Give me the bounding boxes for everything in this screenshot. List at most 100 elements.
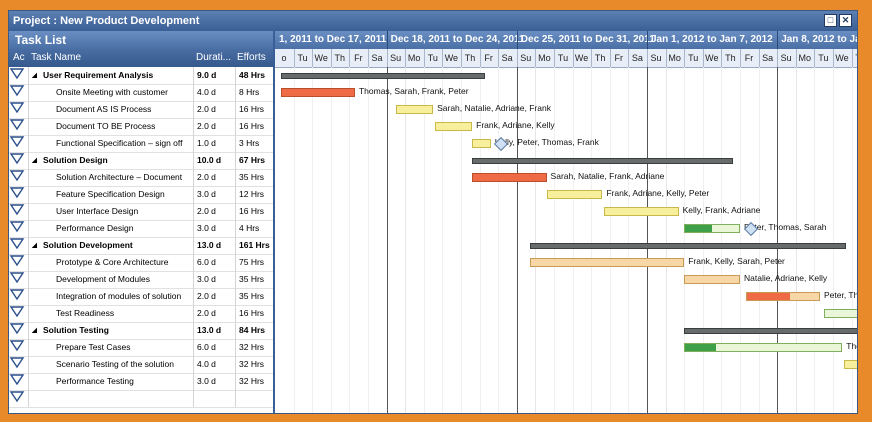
task-efforts[interactable]: 4 Hrs bbox=[239, 223, 273, 233]
task-indicator-icon[interactable] bbox=[9, 339, 25, 353]
task-duration[interactable]: 3.0 d bbox=[197, 189, 235, 199]
task-indicator-icon[interactable] bbox=[9, 237, 25, 251]
task-name[interactable]: Solution Testing bbox=[43, 325, 191, 335]
task-name[interactable]: Performance Design bbox=[56, 223, 191, 233]
task-efforts[interactable]: 161 Hrs bbox=[239, 240, 273, 250]
task-name[interactable]: Functional Specification – sign off bbox=[56, 138, 191, 148]
task-name[interactable]: Solution Architecture – Document bbox=[56, 172, 191, 182]
task-bar[interactable] bbox=[434, 122, 473, 131]
task-name[interactable]: Solution Design bbox=[43, 155, 191, 165]
task-indicator-icon[interactable] bbox=[9, 135, 25, 149]
task-name[interactable]: Scenario Testing of the solution bbox=[56, 359, 191, 369]
restore-button[interactable]: □ bbox=[824, 14, 837, 27]
task-bar[interactable] bbox=[684, 224, 740, 233]
task-bar[interactable] bbox=[395, 105, 434, 114]
task-row[interactable]: Document TO BE Process 2.0 d 16 Hrs bbox=[9, 118, 273, 136]
column-header-ac[interactable]: Ac bbox=[13, 52, 27, 63]
task-bar[interactable] bbox=[684, 343, 843, 352]
task-efforts[interactable]: 8 Hrs bbox=[239, 87, 273, 97]
task-bar[interactable] bbox=[546, 190, 603, 199]
task-bar[interactable] bbox=[604, 207, 679, 216]
task-indicator-icon[interactable] bbox=[9, 220, 25, 234]
task-row[interactable]: Scenario Testing of the solution 4.0 d 32 … bbox=[9, 356, 273, 374]
task-indicator-icon[interactable] bbox=[9, 356, 25, 370]
task-name[interactable]: Solution Development bbox=[43, 240, 191, 250]
summary-bar[interactable] bbox=[684, 328, 857, 334]
task-row[interactable]: Prototype & Core Architecture 6.0 d 75 Hrs bbox=[9, 254, 273, 272]
task-duration[interactable]: 4.0 d bbox=[197, 359, 235, 369]
task-row[interactable]: Integration of modules of solution 2.0 d 3… bbox=[9, 288, 273, 306]
task-efforts[interactable]: 16 Hrs bbox=[239, 206, 273, 216]
task-bar[interactable] bbox=[280, 88, 355, 97]
task-duration[interactable]: 13.0 d bbox=[197, 240, 235, 250]
column-header-duration[interactable]: Durati... bbox=[196, 52, 236, 63]
task-row[interactable]: Prepare Test Cases 6.0 d 32 Hrs bbox=[9, 339, 273, 357]
task-duration[interactable]: 2.0 d bbox=[197, 206, 235, 216]
task-duration[interactable]: 2.0 d bbox=[197, 104, 235, 114]
task-indicator-icon[interactable] bbox=[9, 288, 25, 302]
task-indicator-icon[interactable] bbox=[9, 186, 25, 200]
task-name[interactable]: Document AS IS Process bbox=[56, 104, 191, 114]
task-name[interactable]: Onsite Meeting with customer bbox=[56, 87, 191, 97]
task-indicator-icon[interactable] bbox=[9, 271, 25, 285]
task-efforts[interactable]: 16 Hrs bbox=[239, 308, 273, 318]
collapse-toggle-icon[interactable]: ◢ bbox=[32, 241, 37, 249]
task-efforts[interactable]: 3 Hrs bbox=[239, 138, 273, 148]
task-efforts[interactable]: 32 Hrs bbox=[239, 342, 273, 352]
task-indicator-icon[interactable] bbox=[9, 322, 25, 336]
task-indicator-icon[interactable] bbox=[9, 254, 25, 268]
task-bar[interactable] bbox=[684, 275, 740, 284]
task-name[interactable]: Development of Modules bbox=[56, 274, 191, 284]
task-indicator-icon[interactable] bbox=[9, 390, 25, 404]
task-efforts[interactable]: 35 Hrs bbox=[239, 172, 273, 182]
close-button[interactable]: ✕ bbox=[839, 14, 852, 27]
task-row[interactable]: User Interface Design 2.0 d 16 Hrs bbox=[9, 203, 273, 221]
task-duration[interactable]: 2.0 d bbox=[197, 291, 235, 301]
task-efforts[interactable]: 32 Hrs bbox=[239, 376, 273, 386]
task-efforts[interactable]: 16 Hrs bbox=[239, 121, 273, 131]
task-indicator-icon[interactable] bbox=[9, 118, 25, 132]
task-efforts[interactable]: 12 Hrs bbox=[239, 189, 273, 199]
summary-task-row[interactable]: ◢ User Requirement Analysis 9.0 d 48 Hrs bbox=[9, 67, 273, 85]
task-indicator-icon[interactable] bbox=[9, 67, 25, 81]
column-header-task-name[interactable]: Task Name bbox=[31, 52, 191, 63]
task-duration[interactable]: 13.0 d bbox=[197, 325, 235, 335]
task-row[interactable]: Onsite Meeting with customer 4.0 d 8 Hrs bbox=[9, 84, 273, 102]
task-name[interactable]: Document TO BE Process bbox=[56, 121, 191, 131]
task-bar[interactable] bbox=[472, 139, 491, 148]
task-row[interactable]: Development of Modules 3.0 d 35 Hrs bbox=[9, 271, 273, 289]
task-duration[interactable]: 2.0 d bbox=[197, 121, 235, 131]
task-duration[interactable]: 3.0 d bbox=[197, 223, 235, 233]
summary-task-row[interactable]: ◢ Solution Testing 13.0 d 84 Hrs bbox=[9, 322, 273, 340]
task-row[interactable]: Functional Specification – sign off 1.0 d… bbox=[9, 135, 273, 153]
task-name[interactable]: Integration of modules of solution bbox=[56, 291, 191, 301]
task-indicator-icon[interactable] bbox=[9, 169, 25, 183]
collapse-toggle-icon[interactable]: ◢ bbox=[32, 156, 37, 164]
task-indicator-icon[interactable] bbox=[9, 373, 25, 387]
task-bar[interactable] bbox=[529, 258, 685, 267]
task-name[interactable]: Feature Specification Design bbox=[56, 189, 191, 199]
task-efforts[interactable]: 35 Hrs bbox=[239, 291, 273, 301]
summary-bar[interactable] bbox=[472, 158, 733, 164]
task-duration[interactable]: 2.0 d bbox=[197, 308, 235, 318]
task-duration[interactable]: 10.0 d bbox=[197, 155, 235, 165]
task-name[interactable]: Prepare Test Cases bbox=[56, 342, 191, 352]
task-row[interactable]: Document AS IS Process 2.0 d 16 Hrs bbox=[9, 101, 273, 119]
task-row[interactable]: Test Readiness 2.0 d 16 Hrs bbox=[9, 305, 273, 323]
task-efforts[interactable]: 16 Hrs bbox=[239, 104, 273, 114]
task-efforts[interactable]: 32 Hrs bbox=[239, 359, 273, 369]
task-efforts[interactable]: 67 Hrs bbox=[239, 155, 273, 165]
task-bar[interactable] bbox=[844, 360, 857, 369]
empty-task-row[interactable] bbox=[9, 390, 273, 408]
task-name[interactable]: Test Readiness bbox=[56, 308, 191, 318]
task-indicator-icon[interactable] bbox=[9, 101, 25, 115]
task-duration[interactable]: 3.0 d bbox=[197, 376, 235, 386]
task-indicator-icon[interactable] bbox=[9, 203, 25, 217]
summary-bar[interactable] bbox=[280, 73, 486, 79]
summary-bar[interactable] bbox=[529, 243, 846, 249]
collapse-toggle-icon[interactable]: ◢ bbox=[32, 326, 37, 334]
task-indicator-icon[interactable] bbox=[9, 152, 25, 166]
task-duration[interactable]: 6.0 d bbox=[197, 257, 235, 267]
task-efforts[interactable]: 75 Hrs bbox=[239, 257, 273, 267]
task-indicator-icon[interactable] bbox=[9, 305, 25, 319]
